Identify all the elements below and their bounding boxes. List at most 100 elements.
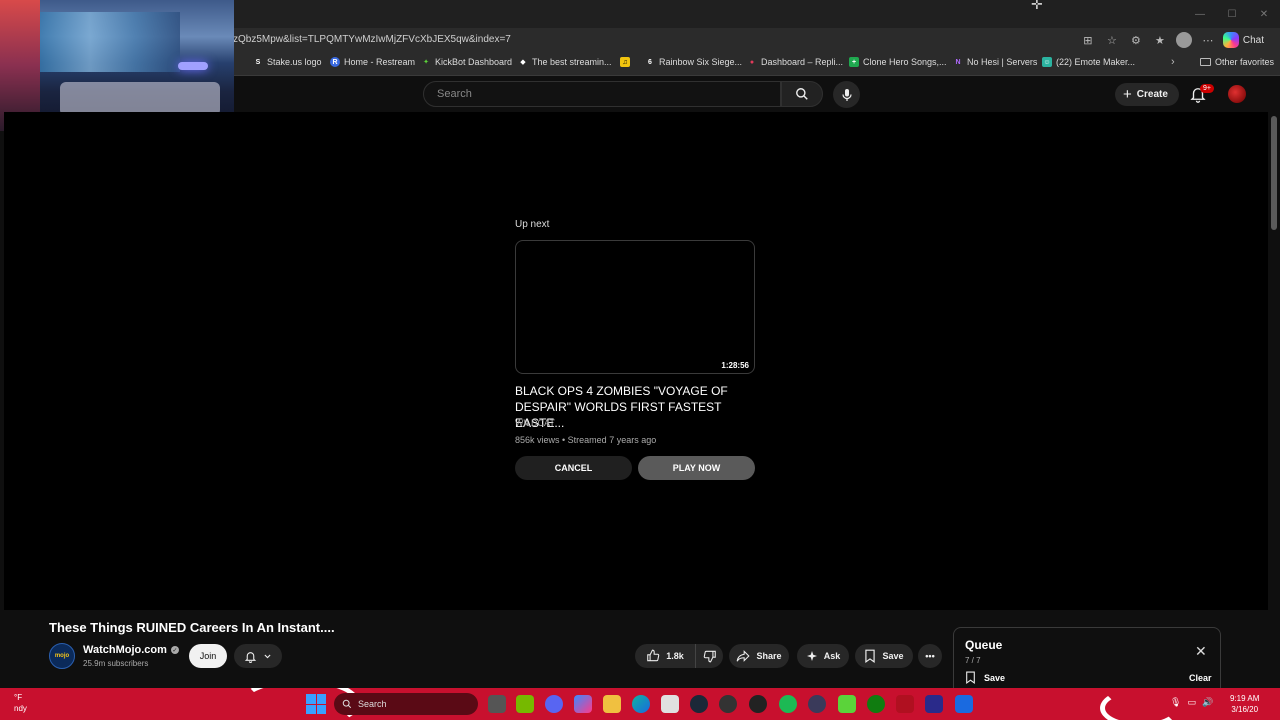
edge-icon[interactable] [632, 695, 650, 713]
bell-icon [244, 651, 257, 663]
settings-gear-icon[interactable] [749, 695, 767, 713]
system-clock[interactable]: 9:19 AM 3/16/20 [1230, 693, 1259, 715]
bookmark-rainbow-six[interactable]: 6 Rainbow Six Siege... [645, 57, 742, 67]
steam-icon[interactable] [690, 695, 708, 713]
ask-label: Ask [823, 651, 841, 661]
like-button[interactable]: 1.8k [635, 644, 695, 668]
file-explorer-icon[interactable] [603, 695, 621, 713]
bookmark-music[interactable]: ♫ [620, 57, 630, 67]
microphone-tray-icon[interactable]: 🎙 [1170, 697, 1181, 708]
copilot-app-icon[interactable] [574, 695, 592, 713]
play-now-button[interactable]: PLAY NOW [638, 456, 755, 480]
taskbar-search[interactable]: Search [334, 693, 478, 715]
plus-icon: + [1123, 86, 1132, 103]
bookmark-label: (22) Emote Maker... [1056, 57, 1136, 67]
bookmark-favicon-icon: ♫ [620, 57, 630, 67]
bookmark-restream[interactable]: R Home - Restream [330, 57, 415, 67]
join-button[interactable]: Join [189, 644, 227, 668]
video-title: These Things RUINED Careers In An Instan… [49, 620, 335, 635]
app-available-icon[interactable]: ⊞ [1079, 31, 1097, 49]
bookmark-icon [966, 671, 975, 684]
bookmark-stake[interactable]: S Stake.us logo [253, 57, 322, 67]
copilot-chat-button[interactable]: Chat [1222, 32, 1264, 48]
discord-icon[interactable] [545, 695, 563, 713]
obs-icon[interactable] [719, 695, 737, 713]
up-next-channel[interactable]: WILDCAT [515, 418, 555, 428]
window-app-icon[interactable] [955, 695, 973, 713]
volume-icon[interactable]: 🔊 [1202, 697, 1213, 708]
thumbs-down-icon [703, 650, 716, 663]
save-button[interactable]: Save [855, 644, 913, 668]
bookmark-favicon-icon: ● [749, 58, 755, 66]
page-scrollbar[interactable] [1268, 112, 1280, 682]
bookmark-favicon-icon: ◆ [520, 59, 526, 66]
bookmark-dashboard[interactable]: ● Dashboard – Repli... [747, 57, 843, 67]
maximize-icon[interactable]: ☐ [1216, 0, 1248, 28]
microphone-icon [841, 88, 852, 101]
copilot-icon [1222, 32, 1239, 48]
chevron-right-icon[interactable]: › [1171, 56, 1175, 68]
minimize-icon[interactable]: — [1184, 0, 1216, 28]
queue-count: 7 / 7 [965, 656, 981, 665]
share-label: Share [756, 651, 782, 661]
close-window-icon[interactable]: ✕ [1248, 0, 1280, 28]
window-controls: — ☐ ✕ [1184, 0, 1280, 28]
ask-button[interactable]: Ask [797, 644, 849, 668]
cancel-button[interactable]: CANCEL [515, 456, 632, 480]
up-next-thumbnail[interactable]: 1:28:56 [515, 240, 755, 374]
store-icon[interactable] [661, 695, 679, 713]
bookmark-favicon-icon: + [849, 57, 859, 67]
more-actions-button[interactable]: ••• [918, 644, 942, 668]
webcam-led-light [178, 62, 208, 70]
subscription-bell-button[interactable] [234, 644, 282, 668]
extensions-icon[interactable]: ⚙ [1127, 31, 1145, 49]
channel-name-label: WatchMojo.com [83, 644, 167, 656]
search-button[interactable] [781, 81, 823, 107]
bookmark-streaming[interactable]: ◆ The best streamin... [518, 57, 611, 67]
profile-icon[interactable] [1175, 31, 1193, 49]
queue-clear-button[interactable]: Clear [1189, 673, 1212, 683]
bookmark-emote-maker[interactable]: ☺ (22) Emote Maker... [1042, 57, 1135, 67]
windows-start-icon[interactable] [306, 694, 326, 714]
favorites-icon[interactable]: ★ [1151, 31, 1169, 49]
b-app-icon[interactable] [838, 695, 856, 713]
racing-app-icon[interactable] [896, 695, 914, 713]
p-app-icon[interactable] [925, 695, 943, 713]
like-count: 1.8k [666, 651, 684, 661]
bookmark-no-hesi[interactable]: N No Hesi | Servers [953, 57, 1037, 67]
4k-downloader-icon[interactable] [808, 695, 826, 713]
url-text[interactable]: zQbz5Mpw&list=TLPQMTYwMzIwMjZFVcXbJEX5qw… [233, 34, 511, 45]
more-horizontal-icon: ••• [925, 651, 935, 661]
channel-avatar[interactable]: mojo [49, 643, 75, 669]
bookmark-clone-hero[interactable]: + Clone Hero Songs,... [849, 57, 947, 67]
task-view-icon[interactable] [488, 695, 506, 713]
scrollbar-thumb[interactable] [1271, 116, 1277, 230]
queue-save-button[interactable]: Save [965, 671, 1005, 684]
spotify-icon[interactable] [779, 695, 797, 713]
other-favorites-label: Other favorites [1215, 57, 1275, 67]
xbox-icon[interactable] [867, 695, 885, 713]
share-button[interactable]: Share [729, 644, 789, 668]
weather-widget[interactable]: °F ndy [14, 692, 27, 714]
create-button[interactable]: + Create [1115, 83, 1179, 106]
wallpaper-swirl [1100, 688, 1180, 720]
account-avatar[interactable] [1228, 85, 1246, 103]
notification-badge: 9+ [1200, 84, 1214, 93]
search-input[interactable] [424, 82, 780, 106]
other-favorites-folder[interactable]: Other favorites [1200, 57, 1274, 67]
more-options-icon[interactable]: ⋯ [1199, 31, 1217, 49]
queue-title: Queue [965, 638, 1003, 652]
webcam-mural [30, 12, 180, 72]
channel-name[interactable]: WatchMojo.com ✓ [83, 644, 179, 656]
search-box [423, 81, 781, 107]
bookmark-label: Home - Restream [344, 57, 416, 67]
bookmark-favicon-icon: R [330, 57, 340, 67]
close-icon[interactable]: ✕ [1195, 643, 1207, 660]
clock-time: 9:19 AM [1230, 694, 1260, 703]
voice-search-button[interactable] [833, 81, 860, 108]
nvidia-icon[interactable] [516, 695, 534, 713]
bookmark-kickbot[interactable]: ✦ KickBot Dashboard [421, 57, 512, 67]
favorite-star-icon[interactable]: ☆ [1103, 31, 1121, 49]
dislike-button[interactable] [695, 644, 723, 668]
network-icon[interactable]: ▭ [1187, 697, 1196, 708]
